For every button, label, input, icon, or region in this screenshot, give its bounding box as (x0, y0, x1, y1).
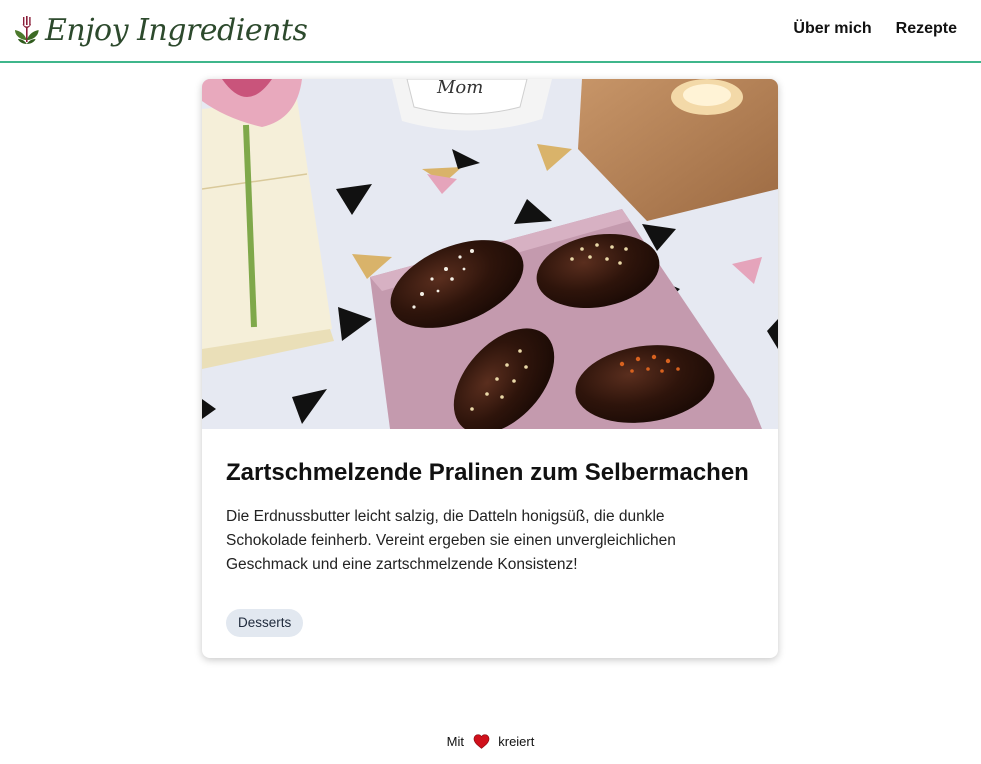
site-logo-link[interactable]: Enjoy Ingredients (14, 8, 308, 52)
recipe-card-body: Zartschmelzende Pralinen zum Selbermache… (202, 429, 778, 577)
site-logo-text: Enjoy Ingredients (45, 12, 308, 48)
category-tag-desserts[interactable]: Desserts (226, 609, 304, 637)
nav-item-rezepte[interactable]: Rezepte (896, 20, 957, 38)
nav-item-ueber-mich[interactable]: Über mich (793, 20, 871, 38)
heart-icon (473, 734, 489, 749)
site-footer: Mit kreiert (0, 733, 981, 749)
recipe-description: Die Erdnussbutter leicht salzig, die Dat… (226, 508, 676, 573)
fork-leaf-icon (15, 16, 39, 44)
main-nav: Über mich Rezepte (793, 20, 957, 38)
svg-text:Mom: Mom (436, 79, 483, 98)
footer-suffix: kreiert (498, 734, 535, 750)
recipe-title[interactable]: Zartschmelzende Pralinen zum Selbermache… (226, 457, 754, 489)
recipe-card[interactable]: Mom Zartschmelzende Pralinen zum Selberm… (202, 79, 778, 658)
footer-prefix: Mit (446, 734, 464, 750)
recipe-image: Mom (202, 79, 778, 429)
site-header: Enjoy Ingredients Über mich Rezepte (0, 0, 981, 63)
